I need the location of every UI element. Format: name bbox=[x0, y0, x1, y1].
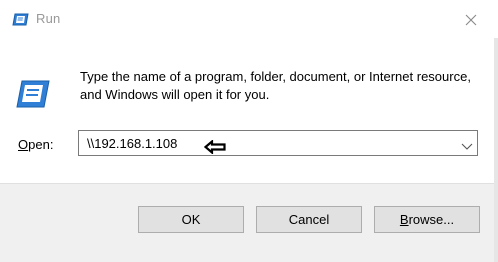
browse-mnemonic: B bbox=[399, 212, 409, 227]
open-label: Open: bbox=[18, 137, 53, 152]
ok-button[interactable]: OK bbox=[138, 206, 244, 233]
title-bar: Run bbox=[0, 0, 494, 38]
dropdown-button[interactable] bbox=[461, 138, 473, 150]
open-combobox[interactable] bbox=[78, 130, 478, 156]
browse-label-rest: rowse... bbox=[408, 212, 455, 227]
run-dialog: Run Type the name of a program, folder, … bbox=[0, 0, 498, 262]
open-input[interactable] bbox=[79, 131, 449, 155]
left-arrow-icon bbox=[203, 139, 226, 155]
instructions-text: Type the name of a program, folder, docu… bbox=[80, 69, 471, 102]
close-icon bbox=[465, 14, 477, 26]
cancel-button[interactable]: Cancel bbox=[256, 206, 362, 233]
dialog-body: Type the name of a program, folder, docu… bbox=[0, 38, 494, 183]
open-label-mnemonic: O bbox=[18, 137, 29, 152]
browse-button[interactable]: Browse... bbox=[374, 206, 480, 233]
close-button[interactable] bbox=[460, 9, 482, 31]
open-label-rest: pen: bbox=[28, 137, 54, 152]
window-title: Run bbox=[36, 11, 61, 26]
button-bar: OK Cancel Browse... bbox=[0, 183, 494, 262]
run-app-icon bbox=[12, 13, 29, 26]
window-edge bbox=[494, 38, 498, 262]
run-program-icon bbox=[16, 80, 50, 108]
chevron-down-icon bbox=[461, 143, 473, 150]
